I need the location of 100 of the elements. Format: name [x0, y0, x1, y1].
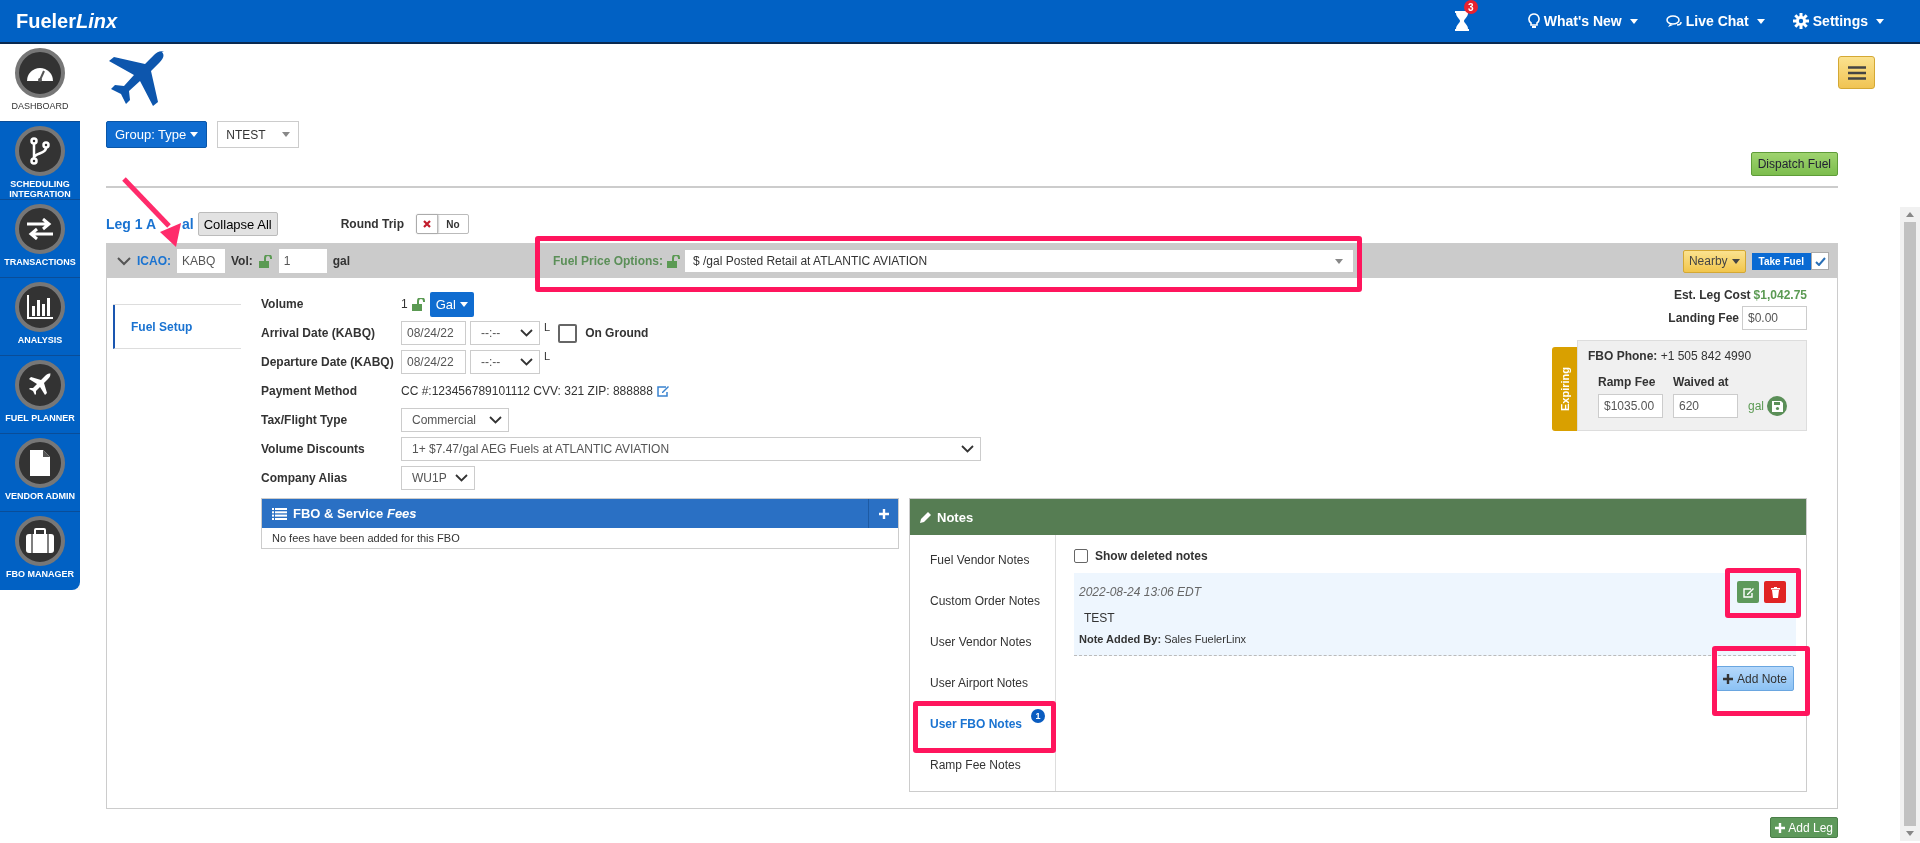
volume-discounts-select[interactable]: 1+ $7.47/gal AEG Fuels at ATLANTIC AVIATION: [401, 437, 981, 461]
tax-type-select[interactable]: Commercial: [401, 408, 509, 432]
exchange-arrows-icon: [15, 204, 65, 254]
list-icon: [272, 507, 287, 520]
on-ground-label: On Ground: [585, 326, 649, 340]
sidebar-item[interactable]: VENDOR ADMIN: [0, 434, 80, 512]
caret-icon: [1335, 258, 1343, 264]
ramp-fee-field[interactable]: $1035.00: [1598, 394, 1663, 418]
caret-icon: [190, 132, 199, 137]
caret-icon: [282, 132, 291, 137]
caret-icon: [1731, 258, 1740, 264]
chevron-down-icon: [520, 358, 533, 366]
landing-fee-field[interactable]: $0.00: [1742, 306, 1807, 330]
note-category[interactable]: User Airport Notes: [910, 675, 1029, 690]
speedometer-icon: [15, 48, 65, 98]
unlock-icon[interactable]: [258, 254, 273, 268]
sidebar-item[interactable]: DASHBOARD: [0, 44, 80, 122]
date-field[interactable]: 08/24/22: [401, 321, 466, 345]
tail-select[interactable]: NTEST: [217, 121, 300, 148]
sidebar-item[interactable]: SCHEDULING INTEGRATION: [0, 122, 80, 200]
waived-at-field[interactable]: 620: [1673, 394, 1738, 418]
volume-field[interactable]: 1: [278, 249, 327, 273]
airplane-icon: [15, 360, 65, 410]
chevron-down-icon[interactable]: [117, 256, 131, 266]
check-icon: [1814, 256, 1826, 266]
edit-icon[interactable]: [656, 385, 670, 397]
timezone-label: L: [544, 350, 551, 362]
dispatch-fuel-button[interactable]: Dispatch Fuel: [1750, 152, 1838, 176]
menu-icon: [1847, 65, 1866, 80]
take-fuel-checkbox[interactable]: [1811, 252, 1829, 270]
sidebar-item[interactable]: TRANSACTIONS: [0, 200, 80, 278]
waived-at-label: Waived at: [1673, 375, 1730, 389]
field-label: Arrival Date (KABQ): [261, 326, 377, 340]
chevron-down-icon: [489, 416, 502, 424]
note-category[interactable]: Custom Order Notes: [910, 593, 1041, 608]
fuel-price-select[interactable]: $ /gal Posted Retail at ATLANTIC AVIATION: [685, 250, 1353, 272]
round-trip-toggle[interactable]: No: [416, 214, 469, 234]
show-deleted-checkbox[interactable]: [1074, 549, 1088, 563]
payment-value: CC #:123456789101112 CVV: 321 ZIP: 888888: [401, 384, 653, 398]
delete-button[interactable]: [1764, 581, 1786, 603]
scroll-thumb[interactable]: [1904, 222, 1916, 826]
fuel-price-label: Fuel Price Options:: [553, 254, 663, 268]
group-type-button[interactable]: Group: Type: [106, 121, 208, 148]
field-label: Volume Discounts: [261, 442, 366, 456]
dropdown-menu-button[interactable]: What's New: [1527, 13, 1638, 29]
note-category[interactable]: User FBO Notes: [910, 716, 1023, 731]
unlock-icon[interactable]: [667, 254, 681, 268]
time-select[interactable]: --:--: [470, 350, 540, 374]
dropdown-menu-button[interactable]: Settings: [1792, 13, 1884, 29]
unit-dropdown-button[interactable]: Gal: [429, 291, 474, 317]
scroll-up-icon[interactable]: [1906, 212, 1914, 217]
unlock-icon[interactable]: [411, 297, 426, 311]
leg-title[interactable]: Leg 1 A: [106, 216, 157, 232]
note-category[interactable]: Ramp Fee Notes: [910, 757, 1021, 772]
note-category[interactable]: User Vendor Notes: [910, 634, 1032, 649]
volume-value: 1: [401, 297, 408, 311]
caret-icon: [1876, 18, 1884, 24]
dropdown-menu-button[interactable]: Live Chat: [1665, 13, 1765, 29]
time-select[interactable]: --:--: [470, 321, 540, 345]
document-icon: [15, 438, 65, 488]
ramp-fee-label: Ramp Fee: [1598, 375, 1657, 389]
logo[interactable]: FuelerLinx: [16, 9, 118, 33]
show-deleted-label: Show deleted notes: [1095, 549, 1208, 563]
chevron-down-icon: [455, 474, 468, 482]
notification-badge: 3: [1463, 0, 1478, 14]
add-note-button[interactable]: Add Note: [1715, 666, 1794, 691]
scroll-down-icon[interactable]: [1906, 831, 1914, 836]
company-alias-select[interactable]: WU1P: [401, 466, 475, 490]
tab[interactable]: Fuel Setup: [113, 305, 241, 349]
edit-button[interactable]: [1737, 581, 1759, 603]
take-fuel-label: Take Fuel: [1751, 252, 1811, 270]
vol-label: Vol:: [231, 254, 253, 268]
sidebar-item[interactable]: FUEL PLANNER: [0, 356, 80, 434]
field-label: Tax/Flight Type: [261, 413, 349, 427]
plus-icon: [878, 508, 889, 519]
nearby-button[interactable]: Nearby: [1682, 249, 1746, 273]
unit-label: gal: [332, 254, 351, 268]
on-ground-checkbox[interactable]: [558, 323, 578, 343]
panel-title: Notes: [937, 509, 974, 525]
unit-label: gal: [1748, 399, 1764, 413]
est-leg-cost-value: $1,042.75: [1753, 288, 1807, 302]
briefcase-icon: [15, 516, 65, 566]
date-field[interactable]: 08/24/22: [401, 350, 466, 374]
count-badge: 1: [1031, 709, 1045, 723]
caret-icon: [1756, 18, 1765, 24]
icao-field[interactable]: KABQ: [177, 249, 225, 273]
leg-title[interactable]: al: [182, 216, 194, 232]
chat-icon: [1665, 14, 1682, 28]
collapse-all-button[interactable]: Collapse All: [197, 212, 278, 236]
pencil-icon: [920, 511, 932, 523]
hourglass-icon: [1453, 10, 1470, 32]
lightbulb-icon: [1527, 13, 1540, 29]
sidebar-item[interactable]: FBO MANAGER: [0, 512, 80, 590]
chevron-down-icon: [961, 445, 974, 453]
note-author: Note Added By: Sales FuelerLinx: [1079, 633, 1248, 645]
sidebar-item[interactable]: ANALYSIS: [0, 278, 80, 356]
save-button[interactable]: [1767, 396, 1787, 416]
hamburger-menu-button[interactable]: [1838, 56, 1875, 89]
note-category[interactable]: Fuel Vendor Notes: [910, 552, 1030, 567]
scrollbar[interactable]: [1900, 207, 1920, 841]
